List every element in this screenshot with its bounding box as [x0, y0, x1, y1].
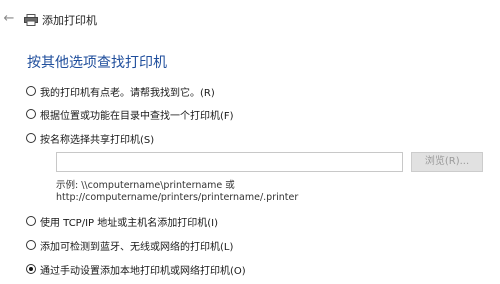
- radio-select-shared-by-name[interactable]: [26, 133, 36, 143]
- option-label: 根据位置或功能在目录中查找一个打印机(F): [40, 110, 234, 122]
- option-label: 按名称选择共享打印机(S): [40, 134, 155, 146]
- radio-printer-old[interactable]: [26, 86, 36, 96]
- back-arrow-icon[interactable]: ←: [2, 12, 16, 26]
- option-find-in-directory[interactable]: 根据位置或功能在目录中查找一个打印机(F): [26, 106, 234, 122]
- option-printer-old[interactable]: 我的打印机有点老。请帮我找到它。(R): [26, 83, 215, 99]
- option-bluetooth-wireless-network[interactable]: 添加可检测到蓝牙、无线或网络的打印机(L): [26, 237, 233, 253]
- printer-icon: [24, 14, 38, 26]
- shared-printer-name-input[interactable]: [56, 152, 403, 172]
- title-bar: ← 添加打印机: [0, 0, 500, 30]
- browse-button[interactable]: 浏览(R)...: [411, 152, 483, 172]
- example-line-unc: 示例: \\computername\printername 或: [56, 180, 235, 191]
- window-title: 添加打印机: [42, 14, 97, 27]
- radio-tcpip[interactable]: [26, 216, 36, 226]
- option-label: 使用 TCP/IP 地址或主机名添加打印机(I): [40, 217, 218, 229]
- option-tcpip[interactable]: 使用 TCP/IP 地址或主机名添加打印机(I): [26, 213, 218, 229]
- radio-bluetooth-wireless-network[interactable]: [26, 240, 36, 250]
- example-line-url: http://computername/printers/printername…: [56, 192, 299, 203]
- option-label: 添加可检测到蓝牙、无线或网络的打印机(L): [40, 241, 234, 253]
- radio-find-in-directory[interactable]: [26, 109, 36, 119]
- option-select-shared-by-name[interactable]: 按名称选择共享打印机(S): [26, 130, 154, 146]
- option-manual-local-network[interactable]: 通过手动设置添加本地打印机或网络打印机(O): [26, 261, 246, 277]
- example-text: 示例: \\computername\printername 或 http://…: [56, 180, 298, 204]
- page-heading: 按其他选项查找打印机: [27, 55, 167, 71]
- option-label: 我的打印机有点老。请帮我找到它。(R): [40, 87, 215, 99]
- option-label: 通过手动设置添加本地打印机或网络打印机(O): [40, 265, 246, 277]
- radio-manual-local-network[interactable]: [26, 264, 36, 274]
